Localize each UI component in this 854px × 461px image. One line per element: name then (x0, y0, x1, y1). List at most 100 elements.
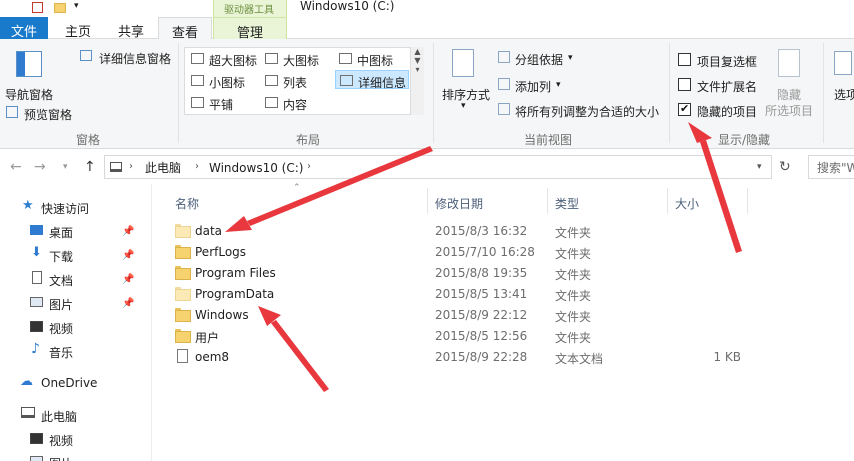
tab-manage[interactable]: 管理 (213, 17, 287, 41)
file-row-oem8[interactable]: oem8 2015/8/9 22:28 文本文档 1 KB (171, 346, 851, 367)
refresh-button[interactable]: ↻ (779, 160, 791, 174)
search-input-placeholder[interactable]: 搜索"W (817, 162, 854, 174)
breadcrumb-this-pc[interactable]: 此电脑 (145, 162, 181, 174)
file-extensions-checkbox[interactable] (678, 78, 691, 91)
group-by-button[interactable]: 分组依据 (515, 51, 563, 68)
nav-documents[interactable]: 文档 (49, 272, 73, 289)
fit-columns-button[interactable]: 将所有列调整为合适的大小 (515, 103, 659, 120)
onedrive-icon: ☁ (20, 374, 33, 389)
layout-small-icons[interactable]: 小图标 (187, 71, 245, 90)
pin-icon[interactable]: 📌 (122, 298, 134, 309)
layout-tiles[interactable]: 平铺 (187, 93, 233, 112)
forward-button[interactable]: → (34, 159, 46, 175)
file-row-program-files[interactable]: Program Files 2015/8/8 19:35 文件夹 (171, 262, 851, 283)
group-by-dropdown-icon[interactable]: ▾ (568, 53, 573, 63)
sort-indicator-icon: ⌃ (293, 183, 301, 193)
breadcrumb-drive[interactable]: Windows10 (C:) (209, 162, 303, 174)
item-checkboxes-checkbox[interactable] (678, 53, 691, 66)
hide-selected-button[interactable]: 隐藏 (777, 86, 801, 103)
fit-columns-icon[interactable] (498, 103, 510, 115)
layout-item-label: 内容 (283, 98, 308, 112)
add-columns-dropdown-icon[interactable]: ▾ (556, 80, 561, 90)
nav-music[interactable]: 音乐 (49, 344, 73, 361)
navigation-pane-icon[interactable] (16, 51, 42, 77)
quick-access-toolbar[interactable]: ▾ (16, 1, 82, 15)
sort-by-dropdown[interactable]: ▾ (461, 101, 466, 111)
pin-icon[interactable]: 📌 (122, 274, 134, 285)
nav-downloads[interactable]: 下载 (49, 248, 73, 265)
breadcrumb-separator[interactable]: › (195, 162, 199, 172)
recent-locations-button[interactable]: ▾ (63, 162, 68, 172)
tab-file[interactable]: 文件 (0, 17, 48, 40)
nav-videos[interactable]: 视频 (49, 320, 73, 337)
pin-icon[interactable]: 📌 (122, 226, 134, 237)
column-header-size[interactable]: 大小 (675, 195, 699, 212)
new-folder-icon[interactable] (54, 3, 66, 13)
file-row-data[interactable]: data 2015/8/3 16:32 文件夹 (171, 220, 851, 241)
sort-by-button[interactable]: 排序方式 (442, 86, 490, 103)
add-columns-icon[interactable] (498, 78, 510, 90)
hidden-items-checkbox[interactable] (678, 102, 691, 116)
back-button[interactable]: ← (10, 159, 22, 175)
layout-extra-large-icons[interactable]: 超大图标 (187, 49, 257, 68)
customize-toolbar-icon[interactable]: ▾ (74, 2, 79, 11)
videos-icon (30, 321, 43, 332)
hide-selected-icon[interactable] (778, 49, 800, 77)
preview-pane-button[interactable]: 预览窗格 (24, 106, 72, 123)
file-type: 文本文档 (555, 352, 604, 366)
nav-quick-access[interactable]: 快速访问 (41, 200, 89, 217)
hidden-items-label[interactable]: 隐藏的项目 (697, 103, 757, 120)
file-row-windows[interactable]: Windows 2015/8/9 22:12 文件夹 (171, 304, 851, 325)
column-separator[interactable] (667, 188, 668, 214)
search-box[interactable]: 搜索"W (808, 155, 854, 179)
drive-tools-context: 驱动器工具 (213, 0, 287, 17)
gallery-scroll[interactable]: ▲ ▼ ▾ (410, 47, 424, 115)
properties-icon[interactable] (32, 2, 43, 13)
layout-large-icons[interactable]: 大图标 (261, 49, 319, 68)
options-icon[interactable] (834, 51, 852, 75)
tab-share[interactable]: 共享 (106, 17, 156, 40)
file-type: 文件夹 (555, 289, 592, 303)
details-pane-button[interactable]: 详细信息窗格 (99, 50, 171, 67)
address-bar[interactable]: › 此电脑 › Windows10 (C:) › ▾ (104, 155, 772, 179)
column-separator[interactable] (427, 188, 428, 214)
add-columns-button[interactable]: 添加列 (515, 78, 551, 95)
details-pane-icon[interactable] (80, 50, 92, 61)
pin-icon[interactable]: 📌 (122, 250, 134, 261)
preview-pane-icon[interactable] (6, 106, 18, 118)
breadcrumb-separator[interactable]: › (129, 162, 133, 172)
column-separator[interactable] (747, 188, 748, 214)
layout-details[interactable]: 详细信息 (335, 70, 409, 90)
tab-home[interactable]: 主页 (54, 17, 102, 40)
nav-onedrive[interactable]: OneDrive (41, 376, 97, 390)
hide-selected-button-line2[interactable]: 所选项目 (765, 102, 813, 119)
ribbon-separator (669, 43, 670, 143)
address-dropdown-button[interactable]: ▾ (757, 163, 762, 172)
column-header-name[interactable]: 名称 (175, 195, 199, 212)
tab-view[interactable]: 查看 (158, 17, 212, 41)
column-header-type[interactable]: 类型 (555, 195, 579, 212)
navigation-pane-button[interactable]: 导航窗格 (5, 86, 53, 103)
file-row-programdata[interactable]: ProgramData 2015/8/5 13:41 文件夹 (171, 283, 851, 304)
group-by-icon[interactable] (498, 51, 510, 63)
breadcrumb-separator[interactable]: › (307, 162, 311, 172)
sort-by-icon[interactable] (452, 49, 474, 77)
layout-medium-icons[interactable]: 中图标 (335, 49, 393, 68)
file-extensions-label[interactable]: 文件扩展名 (697, 78, 757, 95)
nav-this-pc[interactable]: 此电脑 (41, 408, 77, 425)
column-separator[interactable] (547, 188, 548, 214)
item-checkboxes-label[interactable]: 项目复选框 (697, 53, 757, 70)
file-row-users[interactable]: 用户 2015/8/5 12:56 文件夹 (171, 325, 851, 346)
file-row-perflogs[interactable]: PerfLogs 2015/7/10 16:28 文件夹 (171, 241, 851, 262)
up-button[interactable]: ↑ (84, 159, 96, 175)
column-header-date[interactable]: 修改日期 (435, 195, 483, 212)
ribbon-separator (178, 43, 179, 143)
nav-pc-pictures[interactable]: 图片 (49, 455, 73, 461)
layout-list[interactable]: 列表 (261, 71, 307, 90)
nav-pictures[interactable]: 图片 (49, 296, 73, 313)
nav-pc-videos[interactable]: 视频 (49, 432, 73, 449)
folder-icon (175, 245, 191, 259)
nav-desktop[interactable]: 桌面 (49, 224, 73, 241)
layout-content[interactable]: 内容 (261, 93, 307, 112)
options-button[interactable]: 选项 (834, 86, 854, 103)
